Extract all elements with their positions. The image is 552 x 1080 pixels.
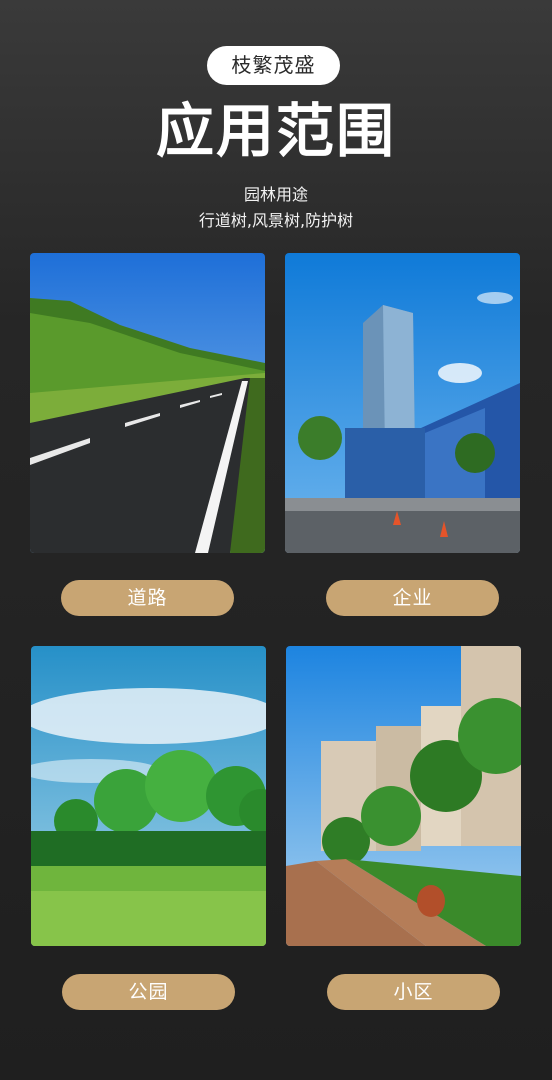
badge: 枝繁茂盛 [207, 46, 340, 85]
road-label-button[interactable]: 道路 [61, 580, 234, 616]
page-title: 应用范围 [155, 97, 396, 165]
subtitle-usage: 园林用途 [243, 185, 308, 204]
roadside-trees-photo [30, 253, 265, 553]
residential-label-button[interactable]: 小区 [327, 974, 500, 1010]
park-label-button[interactable]: 公园 [62, 974, 235, 1010]
park-trees-photo [31, 646, 266, 946]
office-building-photo [285, 253, 520, 553]
residential-street-photo [286, 646, 521, 946]
subtitle-tree-types: 行道树,风景树,防护树 [198, 211, 354, 230]
enterprise-label-button[interactable]: 企业 [326, 580, 499, 616]
